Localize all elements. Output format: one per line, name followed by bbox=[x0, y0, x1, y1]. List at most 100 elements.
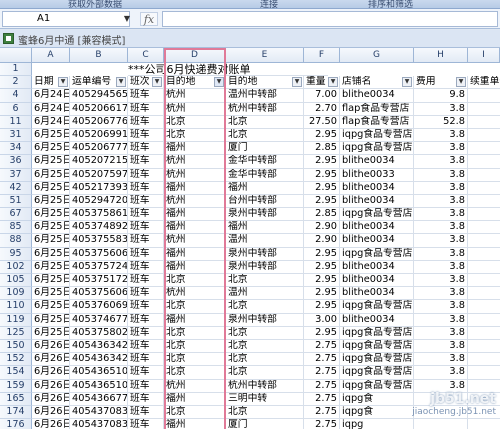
cell-destination[interactable]: 福州 bbox=[164, 313, 226, 327]
cell-shop[interactable]: blithe0034 bbox=[340, 287, 414, 301]
cell-destination-2[interactable]: 三明中转 bbox=[226, 392, 304, 406]
cell-unit-price[interactable] bbox=[468, 366, 500, 380]
cell-destination-2[interactable]: 金华中转部 bbox=[226, 155, 304, 169]
cell-shop[interactable]: flap食品专营店 bbox=[340, 115, 414, 129]
cell-waybill[interactable]: 4052945657 bbox=[70, 89, 128, 103]
cell-destination-2[interactable]: 北京 bbox=[226, 115, 304, 129]
cell-destination-2[interactable]: 温州 bbox=[226, 287, 304, 301]
column-header-a[interactable]: A bbox=[32, 48, 70, 63]
header-cell-date[interactable]: 日期 ▼ bbox=[32, 76, 70, 90]
row-header[interactable]: 2 bbox=[0, 76, 32, 90]
cell-unit-price[interactable] bbox=[468, 274, 500, 288]
cell-unit-price[interactable] bbox=[468, 327, 500, 340]
cell-shift[interactable]: 班车 bbox=[128, 194, 164, 209]
cell-fee[interactable]: 3.8 bbox=[414, 260, 468, 274]
column-header-b[interactable]: B bbox=[70, 48, 128, 63]
row-header[interactable]: 6 bbox=[0, 102, 32, 116]
cell-shift[interactable]: 班车 bbox=[128, 89, 164, 103]
cell-destination[interactable]: 福州 bbox=[164, 419, 226, 429]
cell-fee[interactable]: 3.8 bbox=[414, 142, 468, 156]
cell-fee[interactable]: 9.8 bbox=[414, 89, 468, 103]
cell-fee[interactable]: 52.8 bbox=[414, 115, 468, 129]
cell-shift[interactable]: 班车 bbox=[128, 287, 164, 301]
cell-date[interactable]: 6月26日 bbox=[32, 392, 70, 406]
cell-weight[interactable]: 2.95 bbox=[304, 181, 340, 195]
cell-destination[interactable]: 杭州 bbox=[164, 379, 226, 393]
cell-unit-price[interactable] bbox=[468, 195, 500, 209]
row-header[interactable]: 88 bbox=[0, 234, 32, 248]
header-cell-weight[interactable]: 重量 ▼ bbox=[304, 76, 340, 90]
cell-shop[interactable]: blithe0033 bbox=[340, 168, 414, 182]
cell-destination[interactable]: 北京 bbox=[164, 366, 226, 380]
cell-date[interactable]: 6月26日 bbox=[32, 379, 70, 393]
cell-shift[interactable]: 班车 bbox=[128, 102, 164, 116]
cell-destination[interactable]: 杭州 bbox=[164, 155, 226, 169]
cell-shop[interactable]: iqpg食品专营店 bbox=[340, 300, 414, 314]
cell-fee[interactable] bbox=[414, 405, 468, 420]
cell-unit-price[interactable] bbox=[468, 208, 500, 222]
header-cell-unit-price[interactable]: 续重单价 bbox=[468, 76, 500, 90]
cell-unit-price[interactable] bbox=[468, 129, 500, 143]
row-header[interactable]: 165 bbox=[0, 392, 32, 406]
cell-weight[interactable]: 2.75 bbox=[304, 353, 340, 367]
cell-shop[interactable]: iqpg食品专营店 bbox=[340, 353, 414, 367]
cell-unit-price[interactable] bbox=[468, 380, 500, 393]
cell-destination[interactable]: 北京 bbox=[164, 326, 226, 340]
cell-destination-2[interactable]: 杭州中转部 bbox=[226, 379, 304, 393]
cell-shift[interactable]: 班车 bbox=[128, 142, 164, 156]
cell-waybill[interactable]: 4052066178 bbox=[70, 102, 128, 116]
cell-destination[interactable]: 福州 bbox=[164, 260, 226, 274]
cell-shop[interactable]: iqpg食品专营店 bbox=[340, 142, 414, 156]
cell-destination[interactable]: 杭州 bbox=[164, 168, 226, 182]
row-header[interactable]: 119 bbox=[0, 313, 32, 327]
header-cell-destination[interactable]: 目的地 ▼ bbox=[164, 76, 226, 90]
cell-date[interactable]: 6月25日 bbox=[32, 300, 70, 314]
cell-waybill[interactable]: 4053758613 bbox=[70, 208, 128, 222]
cell-destination-2[interactable]: 泉州中转部 bbox=[226, 313, 304, 327]
header-cell-shop[interactable]: 店铺名 ▼ bbox=[340, 76, 414, 90]
row-header[interactable]: 4 bbox=[0, 89, 32, 103]
row-header[interactable]: 152 bbox=[0, 353, 32, 367]
column-header-c[interactable]: C bbox=[128, 48, 164, 63]
column-header-f[interactable]: F bbox=[304, 48, 340, 63]
column-header-d[interactable]: D bbox=[164, 48, 226, 63]
cell-weight[interactable]: 2.95 bbox=[304, 155, 340, 169]
ribbon-item-sort-filter[interactable]: 排序和筛选 bbox=[368, 0, 413, 8]
cell-fee[interactable]: 3.8 bbox=[414, 379, 468, 393]
cell-destination-2[interactable]: 杭州中转部 bbox=[226, 102, 304, 116]
cell-waybill[interactable]: 4053760696 bbox=[70, 300, 128, 314]
cell-waybill[interactable]: 4052067773 bbox=[70, 142, 128, 156]
cell-shift[interactable]: 班车 bbox=[128, 313, 164, 327]
row-header[interactable]: 42 bbox=[0, 181, 32, 195]
column-header-e[interactable]: E bbox=[226, 48, 304, 63]
cell-destination[interactable]: 北京 bbox=[164, 339, 226, 354]
header-cell-destination-2[interactable]: 目的地 ▼ bbox=[226, 76, 304, 90]
cell-shop[interactable]: iqpg食品专营店 bbox=[340, 128, 414, 143]
row-header[interactable]: 102 bbox=[0, 260, 32, 274]
cell-unit-price[interactable] bbox=[468, 169, 500, 182]
cell-destination[interactable]: 北京 bbox=[164, 274, 226, 288]
cell-unit-price[interactable] bbox=[468, 406, 500, 420]
row-header[interactable]: 11 bbox=[0, 115, 32, 129]
cell-waybill[interactable]: 4053756064 bbox=[70, 247, 128, 261]
cell-shop[interactable]: iqpg食品专营店 bbox=[340, 247, 414, 261]
cell-weight[interactable]: 2.95 bbox=[304, 326, 340, 340]
cell-destination-2[interactable]: 厦门 bbox=[226, 419, 304, 429]
chevron-down-icon[interactable]: ▼ bbox=[121, 11, 133, 27]
cell-destination-2[interactable]: 厦门 bbox=[226, 142, 304, 156]
cell-fee[interactable]: 3.8 bbox=[414, 287, 468, 301]
cell-weight[interactable]: 2.95 bbox=[304, 128, 340, 143]
cell-unit-price[interactable] bbox=[468, 182, 500, 195]
row-header[interactable]: 176 bbox=[0, 419, 32, 429]
header-cell-fee[interactable]: 费用 ▼ bbox=[414, 76, 468, 90]
cell-shop[interactable]: iqpg食品专营店 bbox=[340, 379, 414, 393]
cell-waybill[interactable]: 4052067768 bbox=[70, 115, 128, 129]
cell-date[interactable]: 6月25日 bbox=[32, 221, 70, 235]
cell-shift[interactable]: 班车 bbox=[128, 181, 164, 195]
cell-unit-price[interactable] bbox=[468, 103, 500, 116]
cell-date[interactable]: 6月25日 bbox=[32, 181, 70, 195]
cell-shift[interactable]: 班车 bbox=[128, 339, 164, 354]
cell-weight[interactable]: 2.75 bbox=[304, 392, 340, 406]
filter-dropdown-icon[interactable]: ▼ bbox=[292, 77, 302, 88]
cell-destination-2[interactable]: 北京 bbox=[226, 353, 304, 367]
